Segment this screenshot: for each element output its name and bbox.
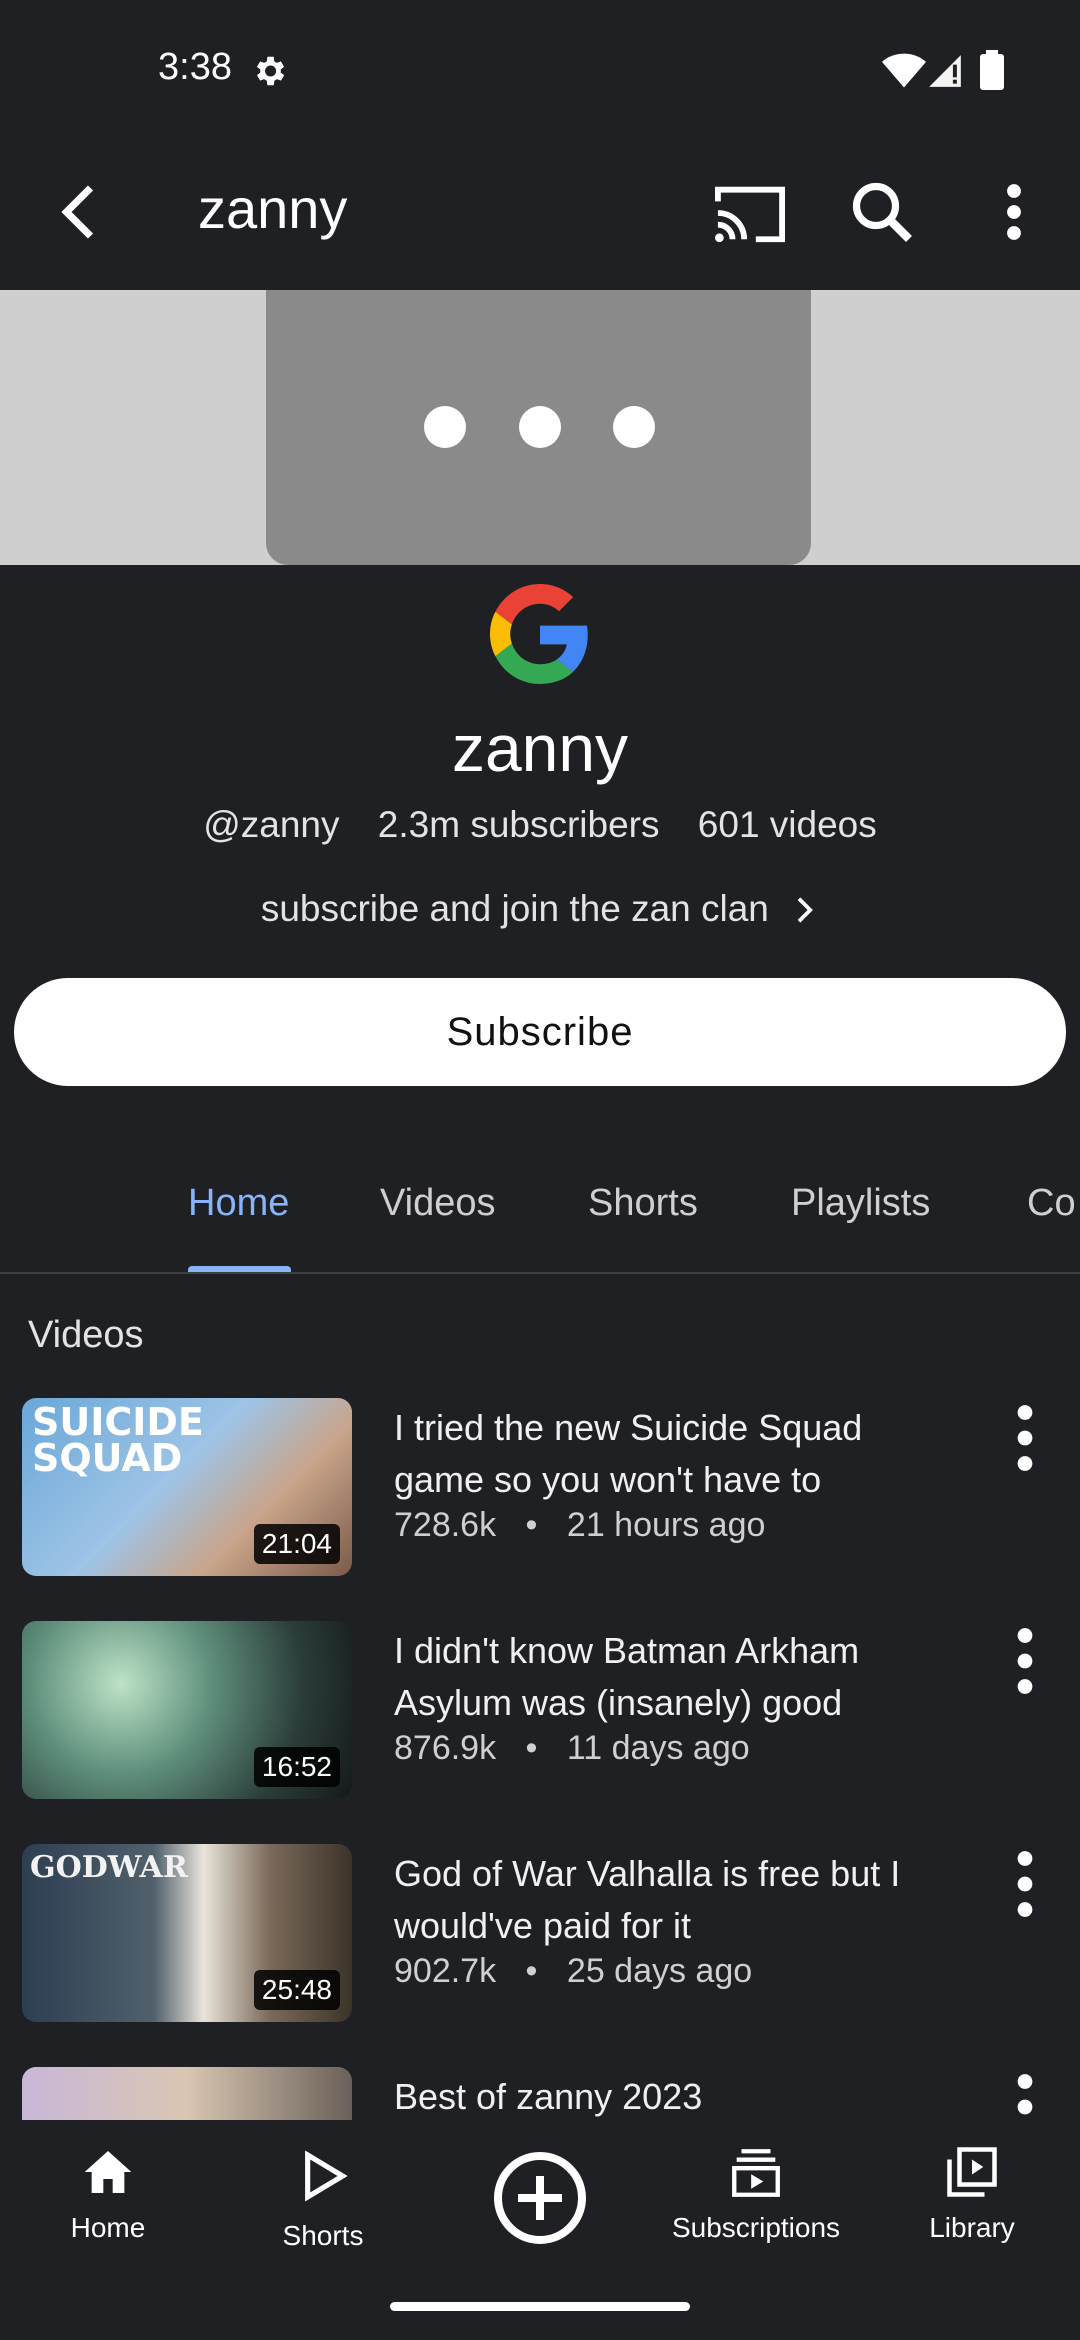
back-button[interactable] [44, 176, 116, 248]
nav-subscriptions-label: Subscriptions [671, 2212, 841, 2243]
video-title: I didn't know Batman Arkham Asylum was (… [394, 1630, 860, 1723]
add-circle-icon [494, 2152, 586, 2244]
thumbnail-art: SUICIDE SQUAD [32, 1400, 204, 1480]
app-bar-title: zanny [198, 177, 348, 240]
more-options-button[interactable] [984, 176, 1044, 248]
video-item[interactable]: Best of zanny 2023 [0, 2067, 1080, 2120]
settings-status-icon [256, 56, 285, 86]
video-thumbnail[interactable]: 16:52 [22, 1621, 352, 1799]
video-age: 11 days ago [566, 1729, 750, 1767]
status-time: 3:38 [158, 46, 232, 88]
video-count: 601 videos [697, 804, 877, 845]
meta-separator: • [525, 1952, 538, 1990]
tabs-divider [0, 1272, 1080, 1274]
video-thumbnail[interactable] [22, 2067, 352, 2120]
channel-description-link[interactable]: subscribe and join the zan clan [0, 888, 1080, 930]
channel-meta: @zanny 2.3m subscribers 601 videos [0, 804, 1080, 846]
section-title: Videos [28, 1314, 144, 1356]
subscriber-count: 2.3m subscribers [377, 804, 660, 845]
video-title: God of War Valhalla is free but I would'… [394, 1853, 901, 1946]
home-gesture-bar[interactable] [390, 2302, 690, 2311]
home-icon [84, 2151, 132, 2193]
google-logo-avatar [490, 584, 588, 684]
video-title: I tried the new Suicide Squad game so yo… [394, 1407, 863, 1500]
library-icon [947, 2147, 997, 2197]
tab-community[interactable]: Co [1027, 1182, 1076, 1225]
subscribe-button[interactable]: Subscribe [14, 978, 1066, 1086]
cast-button[interactable] [712, 178, 788, 248]
tab-shorts[interactable]: Shorts [588, 1182, 698, 1225]
video-meta: 728.6k • 21 hours ago [394, 1506, 765, 1545]
wifi-icon [882, 53, 926, 88]
video-thumbnail[interactable]: SUICIDE SQUAD 21:04 [22, 1398, 352, 1576]
tab-videos[interactable]: Videos [380, 1182, 496, 1225]
signal-icon [929, 55, 961, 87]
video-more-button[interactable] [1008, 2067, 1042, 2120]
video-title: Best of zanny 2023 [394, 2076, 703, 2117]
channel-handle: @zanny [203, 804, 340, 845]
bottom-navigation: Home Shorts Subscriptions Library [0, 2120, 1080, 2272]
create-button[interactable] [440, 2120, 640, 2270]
video-item[interactable]: GOD​WAR 25:48 God of War Valhalla is fre… [0, 1844, 1080, 2034]
video-item[interactable]: SUICIDE SQUAD 21:04 I tried the new Suici… [0, 1398, 1080, 1588]
nav-home-label: Home [70, 2212, 146, 2243]
loading-dot [424, 406, 466, 448]
video-views: 728.6k [394, 1506, 497, 1544]
meta-separator: • [525, 1506, 538, 1544]
nav-library[interactable]: Library [872, 2120, 1072, 2270]
video-meta: 902.7k • 25 days ago [394, 1952, 752, 1991]
tab-playlists[interactable]: Playlists [791, 1182, 930, 1225]
nav-subscriptions[interactable]: Subscriptions [656, 2120, 856, 2270]
video-item[interactable]: 16:52 I didn't know Batman Arkham Asylum… [0, 1621, 1080, 1811]
subscriptions-icon [732, 2149, 780, 2197]
nav-shorts[interactable]: Shorts [223, 2120, 423, 2270]
nav-shorts-label: Shorts [282, 2220, 364, 2251]
video-views: 902.7k [394, 1952, 497, 1990]
battery-icon [980, 50, 1004, 90]
channel-name: zanny [451, 711, 629, 785]
nav-library-label: Library [929, 2212, 1015, 2243]
video-more-button[interactable] [1008, 1621, 1042, 1701]
tab-home[interactable]: Home [188, 1182, 289, 1225]
channel-description: subscribe and join the zan clan [260, 888, 769, 929]
video-more-button[interactable] [1008, 1844, 1042, 1924]
video-age: 21 hours ago [566, 1506, 766, 1544]
video-views: 876.9k [394, 1729, 497, 1767]
chevron-right-icon [797, 897, 814, 923]
video-thumbnail[interactable]: GOD​WAR 25:48 [22, 1844, 352, 2022]
video-duration: 25:48 [253, 1970, 340, 2010]
search-button[interactable] [846, 176, 918, 248]
loading-dot [613, 406, 655, 448]
video-duration: 21:04 [253, 1524, 340, 1564]
play-icon [305, 2150, 348, 2202]
video-age: 25 days ago [566, 1952, 753, 1990]
loading-dot [519, 406, 561, 448]
video-meta: 876.9k • 11 days ago [394, 1729, 750, 1768]
video-duration: 16:52 [253, 1747, 340, 1787]
video-more-button[interactable] [1008, 1398, 1042, 1478]
nav-home[interactable]: Home [8, 2120, 208, 2270]
thumbnail-art: GOD​WAR [30, 1850, 188, 1885]
meta-separator: • [525, 1729, 538, 1767]
